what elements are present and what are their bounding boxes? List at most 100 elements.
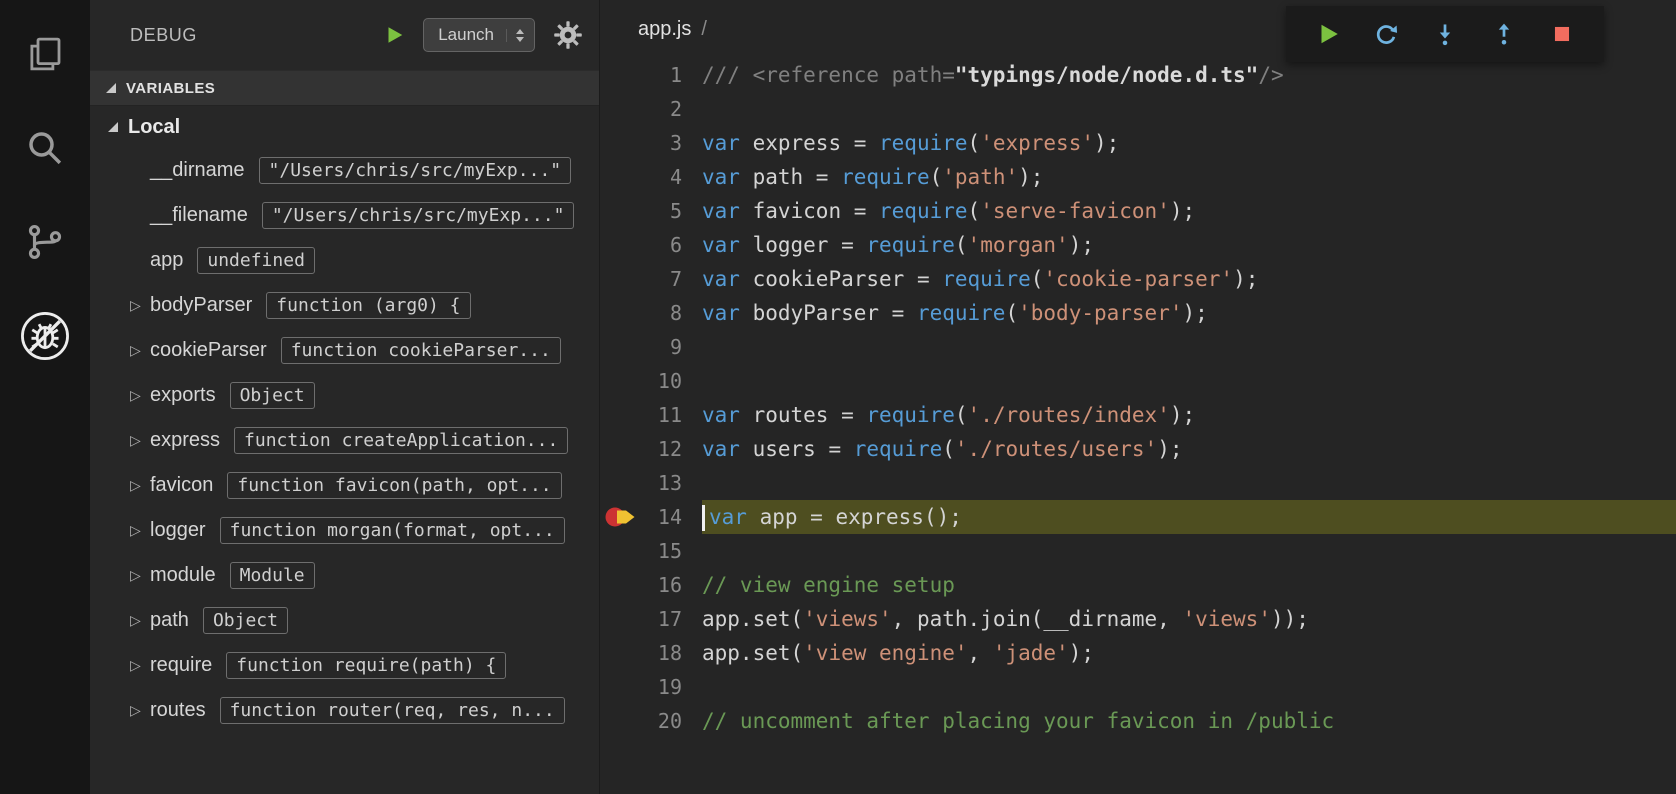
code-line-16[interactable]: 16// view engine setup (600, 568, 1676, 602)
variable-row-logger[interactable]: ▷loggerfunction morgan(format, opt... (90, 508, 599, 553)
line-text: var cookieParser = require('cookie-parse… (702, 262, 1676, 296)
variable-value: undefined (197, 247, 315, 274)
gear-icon (553, 20, 583, 50)
line-text: var users = require('./routes/users'); (702, 432, 1676, 466)
code-line-9[interactable]: 9 (600, 330, 1676, 364)
variable-value: function morgan(format, opt... (220, 517, 565, 544)
line-text (702, 92, 1676, 126)
variable-value: function favicon(path, opt... (227, 472, 561, 499)
git-branch-icon (24, 221, 66, 263)
collapsed-arrow-icon[interactable]: ▷ (130, 702, 150, 719)
scope-local-row[interactable]: Local (90, 106, 599, 148)
variable-row-routes[interactable]: ▷routesfunction router(req, res, n... (90, 688, 599, 733)
line-number: 2 (646, 97, 682, 121)
collapsed-arrow-icon[interactable]: ▷ (130, 522, 150, 539)
line-number: 6 (646, 233, 682, 257)
code-line-4[interactable]: 4var path = require('path'); (600, 160, 1676, 194)
stop-icon (1549, 21, 1575, 47)
code-line-13[interactable]: 13 (600, 466, 1676, 500)
start-debug-button[interactable] (383, 24, 405, 46)
variable-row-exports[interactable]: ▷exportsObject (90, 373, 599, 418)
collapsed-arrow-icon[interactable]: ▷ (130, 657, 150, 674)
variable-row-__dirname[interactable]: __dirname"/Users/chris/src/myExp..." (90, 148, 599, 193)
code-line-14[interactable]: 14var app = express(); (600, 500, 1676, 534)
line-number: 11 (646, 403, 682, 427)
code-line-12[interactable]: 12 var users = require('./routes/users'); (600, 432, 1676, 466)
code-line-2[interactable]: 2 (600, 92, 1676, 126)
collapsed-arrow-icon[interactable]: ▷ (130, 387, 150, 404)
line-text: var logger = require('morgan'); (702, 228, 1676, 262)
code-line-19[interactable]: 19 (600, 670, 1676, 704)
activity-explorer-button[interactable] (17, 26, 73, 82)
variable-value: function (arg0) { (266, 292, 470, 319)
launch-config-dropdown[interactable]: Launch (423, 18, 535, 52)
line-text: app.set('view engine', 'jade'); (702, 636, 1676, 670)
stop-button[interactable] (1545, 17, 1579, 51)
variable-value: function cookieParser... (281, 337, 561, 364)
variable-name: app (150, 249, 183, 272)
cursor-caret (702, 505, 705, 531)
line-text: var path = require('path'); (702, 160, 1676, 194)
line-number: 14 (646, 505, 682, 529)
variable-value: Object (230, 382, 315, 409)
variable-row-path[interactable]: ▷pathObject (90, 598, 599, 643)
line-number: 3 (646, 131, 682, 155)
code-line-18[interactable]: 18app.set('view engine', 'jade'); (600, 636, 1676, 670)
variable-row-app[interactable]: app undefined (90, 238, 599, 283)
collapsed-arrow-icon[interactable]: ▷ (130, 567, 150, 584)
variable-value: "/Users/chris/src/myExp..." (259, 157, 572, 184)
collapsed-arrow-icon[interactable]: ▷ (130, 297, 150, 314)
variable-name: favicon (150, 474, 213, 497)
line-text: /// <reference path="typings/node/node.d… (702, 58, 1676, 92)
continue-button[interactable] (1311, 17, 1345, 51)
variable-row-require[interactable]: ▷requirefunction require(path) { (90, 643, 599, 688)
step-into-button[interactable] (1428, 17, 1462, 51)
line-number: 19 (646, 675, 682, 699)
line-text (702, 670, 1676, 704)
variable-row-module[interactable]: ▷moduleModule (90, 553, 599, 598)
activity-debug-button[interactable] (17, 308, 73, 364)
variables-section-header[interactable]: VARIABLES (90, 70, 599, 106)
activity-search-button[interactable] (17, 120, 73, 176)
breakpoint-current-line-icon[interactable] (600, 505, 646, 529)
dropdown-arrows-icon (506, 29, 524, 42)
code-line-11[interactable]: 11var routes = require('./routes/index')… (600, 398, 1676, 432)
variable-value: "/Users/chris/src/myExp..." (262, 202, 575, 229)
code-line-1[interactable]: 1/// <reference path="typings/node/node.… (600, 58, 1676, 92)
restart-button[interactable] (1369, 17, 1403, 51)
code-line-5[interactable]: 5var favicon = require('serve-favicon'); (600, 194, 1676, 228)
collapsed-arrow-icon[interactable]: ▷ (130, 342, 150, 359)
line-number: 12 (646, 437, 682, 461)
step-out-icon (1491, 21, 1517, 47)
breadcrumb-filename[interactable]: app.js (638, 18, 691, 41)
variable-row-express[interactable]: ▷expressfunction createApplication... (90, 418, 599, 463)
code-line-20[interactable]: 20// uncomment after placing your favico… (600, 704, 1676, 738)
variable-row-favicon[interactable]: ▷favicon function favicon(path, opt... (90, 463, 599, 508)
variable-name: bodyParser (150, 294, 252, 317)
collapsed-arrow-icon[interactable]: ▷ (130, 612, 150, 629)
code-line-17[interactable]: 17app.set('views', path.join(__dirname, … (600, 602, 1676, 636)
code-area: 1/// <reference path="typings/node/node.… (600, 58, 1676, 738)
activity-git-button[interactable] (17, 214, 73, 270)
variable-row-__filename[interactable]: __filename"/Users/chris/src/myExp..." (90, 193, 599, 238)
code-line-3[interactable]: 3var express = require('express'); (600, 126, 1676, 160)
variable-row-bodyParser[interactable]: ▷bodyParser function (arg0) { (90, 283, 599, 328)
variable-name: routes (150, 699, 206, 722)
line-text (702, 534, 1676, 568)
collapsed-arrow-icon[interactable]: ▷ (130, 477, 150, 494)
step-out-button[interactable] (1487, 17, 1521, 51)
editor: app.js / (600, 0, 1676, 794)
variable-name: require (150, 654, 212, 677)
line-number: 5 (646, 199, 682, 223)
code-line-7[interactable]: 7var cookieParser = require('cookie-pars… (600, 262, 1676, 296)
debug-toolbar (1286, 6, 1604, 62)
line-text: app.set('views', path.join(__dirname, 'v… (702, 602, 1676, 636)
variable-row-cookieParser[interactable]: ▷cookieParserfunction cookieParser... (90, 328, 599, 373)
code-line-15[interactable]: 15 (600, 534, 1676, 568)
debug-settings-button[interactable] (553, 20, 583, 50)
code-line-6[interactable]: 6 var logger = require('morgan'); (600, 228, 1676, 262)
expanded-arrow-icon (108, 122, 118, 132)
code-line-10[interactable]: 10 (600, 364, 1676, 398)
collapsed-arrow-icon[interactable]: ▷ (130, 432, 150, 449)
code-line-8[interactable]: 8var bodyParser = require('body-parser')… (600, 296, 1676, 330)
